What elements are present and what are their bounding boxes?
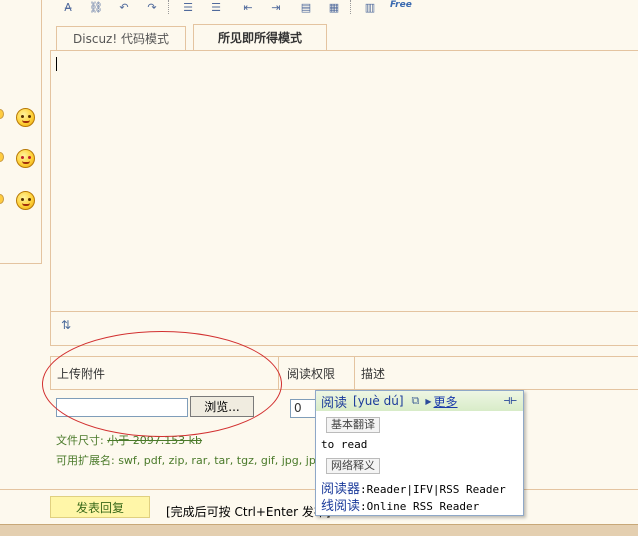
web-definition-label: 网络释义 xyxy=(326,458,380,474)
toolbar-separator xyxy=(350,0,351,14)
basic-translation-text: to read xyxy=(321,438,368,451)
ordered-list-icon[interactable]: ☰ xyxy=(180,0,196,14)
tab-code-mode[interactable]: Discuz! 代码模式 xyxy=(56,26,186,50)
more-arrow-icon: ▶ xyxy=(425,396,432,406)
tab-wysiwyg-mode[interactable]: 所见即所得模式 xyxy=(193,24,327,50)
dictionary-word: 阅读 xyxy=(321,395,348,411)
indent-icon[interactable]: ⇥ xyxy=(268,0,284,14)
undo-icon[interactable]: ↶ xyxy=(116,0,132,14)
web-definition-entry: 线阅读:Online RSS Reader xyxy=(321,499,480,514)
submit-reply-button[interactable]: 发表回复 xyxy=(50,496,150,518)
smiley-partial-icon[interactable] xyxy=(0,194,4,204)
post-editor: A̶ ⛓ ↶ ↷ ☰ ☰ ⇤ ⇥ ▤ ▦ ▥ Free Discuz! 代码模式… xyxy=(50,0,638,346)
dictionary-popup: 阅读 [yuè dú] ⧉ ▶ 更多 ⊣⊢ 基本翻译 to read 网络释义 … xyxy=(315,390,524,516)
editor-toolbar: A̶ ⛓ ↶ ↷ ☰ ☰ ⇤ ⇥ ▤ ▦ ▥ Free xyxy=(50,0,638,20)
toolbar-separator xyxy=(168,0,169,14)
annotation-ellipse xyxy=(42,331,282,437)
dictionary-more-link[interactable]: 更多 xyxy=(434,393,458,410)
copy-icon[interactable]: ⧉ xyxy=(412,394,420,408)
smiley-partial-icon[interactable] xyxy=(0,152,4,162)
redo-icon[interactable]: ↷ xyxy=(144,0,160,14)
footer-bar xyxy=(0,524,638,536)
submit-hint: [完成后可按 Ctrl+Enter 发布] xyxy=(166,505,331,519)
unordered-list-icon[interactable]: ☰ xyxy=(208,0,224,14)
text-caret xyxy=(56,57,57,71)
column-header-description: 描述 xyxy=(354,356,638,390)
free-icon[interactable]: Free xyxy=(390,0,412,10)
pin-icon[interactable]: ⊣⊢ xyxy=(504,394,517,407)
smiley-partial-icon[interactable] xyxy=(0,109,4,119)
smiley-wink-icon[interactable] xyxy=(16,108,35,127)
link-icon[interactable]: ⛓ xyxy=(88,0,104,14)
table-icon[interactable]: ▦ xyxy=(326,0,342,14)
resize-handle-icon[interactable]: ⇅ xyxy=(61,318,71,332)
allowed-extensions-note: 可用扩展名: swf, pdf, zip, rar, tar, tgz, gif… xyxy=(56,454,330,467)
smilies-panel xyxy=(0,0,42,264)
outdent-icon[interactable]: ⇤ xyxy=(240,0,256,14)
grid-icon[interactable]: ▥ xyxy=(362,0,378,14)
smiley-love-icon[interactable] xyxy=(16,149,35,168)
align-icon[interactable]: ▤ xyxy=(298,0,314,14)
remove-format-icon[interactable]: A̶ xyxy=(60,0,76,14)
editor-textarea[interactable] xyxy=(50,50,638,312)
smiley-smile-icon[interactable] xyxy=(16,191,35,210)
dictionary-header: 阅读 [yuè dú] ⧉ ▶ 更多 xyxy=(316,391,523,411)
basic-translation-label: 基本翻译 xyxy=(326,417,380,433)
dictionary-pinyin: [yuè dú] xyxy=(353,394,404,408)
column-header-permission: 阅读权限 xyxy=(278,356,354,390)
